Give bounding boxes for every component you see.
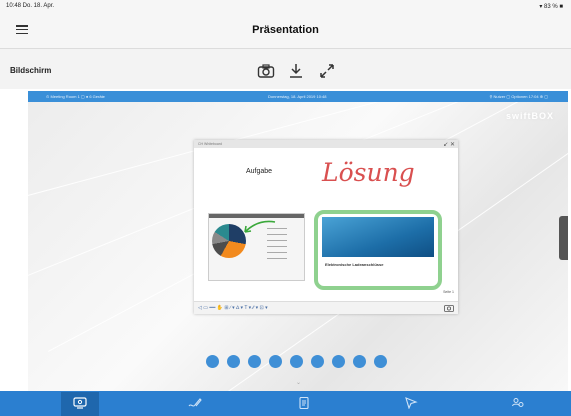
brand-logo: swiftBOX xyxy=(505,111,554,121)
action-button-2[interactable] xyxy=(227,355,240,368)
snapshot-icon[interactable] xyxy=(444,304,454,312)
battery-indicator: ▾ 83 % ■ xyxy=(539,4,563,10)
whiteboard-tools[interactable]: ◁ ▭ ━━ ✋ ⊞ ∕ ▾ ∆ ▾ T ▾ ∕∕ ▾ ⊡ ▾ xyxy=(198,305,268,311)
bottom-tab-bar xyxy=(0,391,571,416)
action-button-6[interactable] xyxy=(311,355,324,368)
action-button-8[interactable] xyxy=(353,355,366,368)
remote-status-bar: ⊙ Meeting Room 1 ▢ ● 6 Geräte Donnerstag… xyxy=(28,91,568,102)
slide-caption: Elektronische Ladeanschlüsse xyxy=(322,259,434,281)
camera-icon[interactable] xyxy=(257,63,275,79)
slide-caption-title: Elektronische Ladeanschlüsse xyxy=(325,262,384,267)
task-slide-thumbnail[interactable] xyxy=(208,213,305,281)
remote-room-info: ⊙ Meeting Room 1 ▢ ● 6 Geräte xyxy=(46,94,105,99)
remote-date: Donnerstag, 18. April 2019 10:48 xyxy=(268,94,327,99)
solution-handwriting: Lösung xyxy=(322,158,415,187)
action-button-1[interactable] xyxy=(206,355,219,368)
nav-bar: Präsentation xyxy=(0,12,571,49)
tab-pointer-icon[interactable] xyxy=(404,397,418,409)
action-buttons xyxy=(206,355,406,371)
status-bar: 10:48 Do. 18. Apr. ▾ 83 % ■ xyxy=(0,0,571,12)
green-arrow-annotation xyxy=(244,220,276,233)
action-button-5[interactable] xyxy=(290,355,303,368)
chevron-down-icon[interactable]: ⌄ xyxy=(296,379,301,386)
action-button-4[interactable] xyxy=(269,355,282,368)
whiteboard-title: CH Whiteboard xyxy=(198,142,222,146)
tab-document-icon[interactable] xyxy=(297,397,311,409)
tab-presentation-icon[interactable] xyxy=(73,397,87,409)
download-icon[interactable] xyxy=(287,63,305,79)
shared-screen-view[interactable]: ⊙ Meeting Room 1 ▢ ● 6 Geräte Donnerstag… xyxy=(28,91,568,391)
action-button-9[interactable] xyxy=(374,355,387,368)
fullscreen-icon[interactable] xyxy=(318,63,336,79)
page-indicator: Seite 1 xyxy=(443,290,454,294)
screen-toolbar: Bildschirm xyxy=(0,49,571,89)
tab-annotate-icon[interactable] xyxy=(188,397,202,409)
whiteboard-window[interactable]: CH Whiteboard ↙ ✕ Aufgabe Lösung Elektro… xyxy=(194,140,458,314)
section-label: Bildschirm xyxy=(10,66,52,75)
window-controls[interactable]: ↙ ✕ xyxy=(443,141,455,148)
slide-image xyxy=(322,217,434,257)
remote-controls: ⚲ Nutzer ▢ Optionen 17:04 ⊕ ▢ xyxy=(489,94,548,99)
status-time: 10:48 Do. 18. Apr. xyxy=(6,3,55,9)
whiteboard-toolbar[interactable]: ◁ ▭ ━━ ✋ ⊞ ∕ ▾ ∆ ▾ T ▾ ∕∕ ▾ ⊡ ▾ xyxy=(194,301,458,314)
side-panel-tab[interactable] xyxy=(559,216,568,260)
page-title: Präsentation xyxy=(252,24,319,36)
action-button-7[interactable] xyxy=(332,355,345,368)
solution-slide-thumbnail[interactable]: Elektronische Ladeanschlüsse xyxy=(314,210,442,290)
task-label: Aufgabe xyxy=(246,168,273,175)
tab-users-icon[interactable] xyxy=(511,397,525,409)
whiteboard-titlebar: CH Whiteboard xyxy=(194,140,458,148)
action-button-3[interactable] xyxy=(248,355,261,368)
